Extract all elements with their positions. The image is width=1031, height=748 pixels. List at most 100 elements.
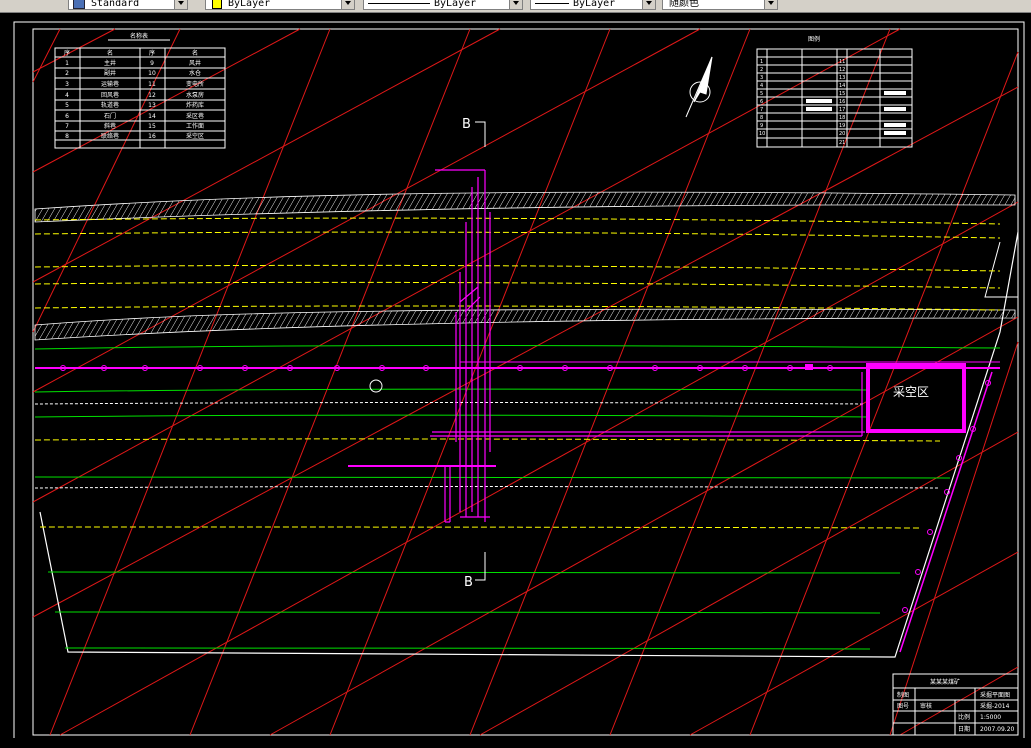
legend-row-number: 18: [839, 115, 845, 121]
name-table-cell: 8: [65, 133, 69, 140]
name-table-cell: 9: [150, 60, 154, 67]
legend-row-number: 8: [760, 115, 763, 121]
survey-marker-icon: [369, 379, 383, 393]
chevron-down-icon[interactable]: [764, 0, 777, 9]
main-roadway: [35, 361, 1000, 371]
name-table-header: 序: [149, 49, 155, 57]
title-block-value: 2007.09.20: [980, 726, 1015, 733]
name-table: 名称表 序 名 序 名 1 主井 9 风井 2 副井 10 水仓 3 运输巷 1…: [54, 32, 226, 149]
name-table-cell: 4: [65, 92, 69, 99]
text-style-value: Standard: [91, 0, 140, 9]
linetype-select[interactable]: ByLayer: [363, 0, 523, 10]
legend-row-number: 7: [760, 107, 763, 113]
title-block-value: 1:5000: [980, 714, 1001, 721]
layer-color-select[interactable]: ByLayer: [205, 0, 355, 10]
name-table-cell: 联络巷: [101, 132, 119, 140]
title-block: 某某某煤矿 制图 采掘平面图 图号 审核 采掘-2014 比例 1:5000 日…: [892, 673, 1019, 736]
name-table-cell: 15: [148, 123, 156, 130]
name-table-cell: 运输巷: [101, 80, 119, 88]
legend-row-number: 3: [760, 75, 763, 81]
legend-row-number: 20: [839, 131, 845, 137]
mine-boundary: [39, 231, 1019, 658]
name-table-cell: 副井: [104, 69, 116, 77]
legend-row-number: 1: [760, 59, 763, 65]
name-table-cell: 变电所: [186, 80, 204, 88]
title-block-label: 日期: [958, 725, 970, 733]
legend-row-number: 11: [839, 59, 845, 65]
name-table-cell: 石门: [104, 112, 116, 120]
title-block-label: 图号: [897, 703, 909, 710]
section-label-bottom: B: [464, 575, 473, 590]
fault-band-lower: [34, 308, 1016, 341]
name-table-cell: 12: [148, 92, 156, 99]
name-table-cell: 5: [65, 102, 69, 109]
linetype-value: ByLayer: [434, 0, 477, 9]
drawing-canvas[interactable]: 采空区 B B 名称表 序 名 序 名 1 主井 9 风井 2 副井 10 水仓…: [0, 12, 1031, 744]
color-swatch-icon: [212, 0, 222, 9]
title-block-label: 比例: [958, 713, 970, 721]
legend-row-number: 17: [839, 107, 845, 113]
chevron-down-icon[interactable]: [341, 0, 354, 9]
name-table-cell: 2: [65, 70, 69, 77]
name-table-title: 名称表: [130, 32, 148, 40]
title-block-value: 采掘-2014: [980, 702, 1010, 710]
lineweight-select[interactable]: ByLayer: [530, 0, 656, 10]
name-table-cell: 10: [148, 70, 156, 77]
fault-band-upper: [34, 191, 1016, 223]
name-table-cell: 3: [65, 81, 69, 88]
north-arrow-icon: [685, 56, 713, 118]
name-table-cell: 炸药库: [186, 101, 204, 109]
name-table-cell: 14: [148, 113, 156, 120]
name-table-cell: 13: [148, 102, 156, 109]
plot-style-select[interactable]: 随颜色: [662, 0, 778, 10]
drawing-inner-frame: [32, 28, 1019, 736]
legend-row-number: 6: [760, 99, 763, 105]
goaf-zone-label: 采空区: [893, 385, 929, 399]
strata-lines: [34, 345, 1001, 650]
lower-roadway: [348, 372, 865, 467]
coordinate-grid: [32, 28, 1019, 736]
legend-table-title: 图例: [808, 35, 820, 43]
mine-boundary-right: [984, 241, 1018, 298]
section-label-top: B: [462, 117, 471, 132]
name-table-cell: 主井: [104, 59, 116, 67]
legend-row-number: 4: [760, 83, 763, 89]
title-block-label: 审核: [920, 702, 932, 710]
name-table-header: 名: [107, 49, 113, 57]
text-style-icon: [73, 0, 85, 9]
name-table-header: 序: [64, 49, 70, 57]
coal-seam-lines: [34, 217, 1001, 529]
name-table-cell: 工作面: [186, 122, 204, 130]
legend-row-number: 13: [839, 75, 845, 81]
lineweight-value: ByLayer: [573, 0, 616, 9]
name-table-cell: 采区巷: [186, 112, 204, 120]
linetype-sample-icon: [368, 3, 430, 4]
legend-row-number: 10: [759, 131, 765, 137]
name-table-cell: 水仓: [189, 69, 201, 77]
title-block-label: 制图: [897, 691, 909, 699]
name-table-cell: 采空区: [186, 132, 204, 140]
name-table-cell: 16: [148, 133, 156, 140]
chevron-down-icon[interactable]: [642, 0, 655, 9]
name-table-cell: 6: [65, 113, 69, 120]
chevron-down-icon[interactable]: [509, 0, 522, 9]
name-table-cell: 7: [65, 123, 69, 130]
section-line: [475, 121, 486, 581]
name-table-cell: 回风巷: [101, 91, 119, 99]
layer-color-value: ByLayer: [228, 0, 271, 9]
legend-row-number: 2: [760, 67, 763, 73]
legend-row-number: 15: [839, 91, 845, 97]
inclined-roadway: [899, 371, 993, 653]
legend-row-number: 21: [839, 140, 845, 146]
title-block-company: 某某某煤矿: [930, 678, 960, 686]
legend-row-number: 12: [839, 67, 845, 73]
chevron-down-icon[interactable]: [174, 0, 187, 9]
name-table-cell: 11: [148, 81, 156, 88]
command-line[interactable]: [0, 738, 1031, 744]
lineweight-sample-icon: [535, 3, 569, 4]
legend-table: 图例 1 2 3 4 5 6 7 8 9 10 11 12 13 14 15 1…: [756, 35, 913, 148]
name-table-header: 名: [192, 49, 198, 57]
legend-row-number: 14: [839, 83, 845, 89]
text-style-select[interactable]: Standard: [68, 0, 188, 10]
title-block-drawing-name: 采掘平面图: [980, 691, 1010, 699]
